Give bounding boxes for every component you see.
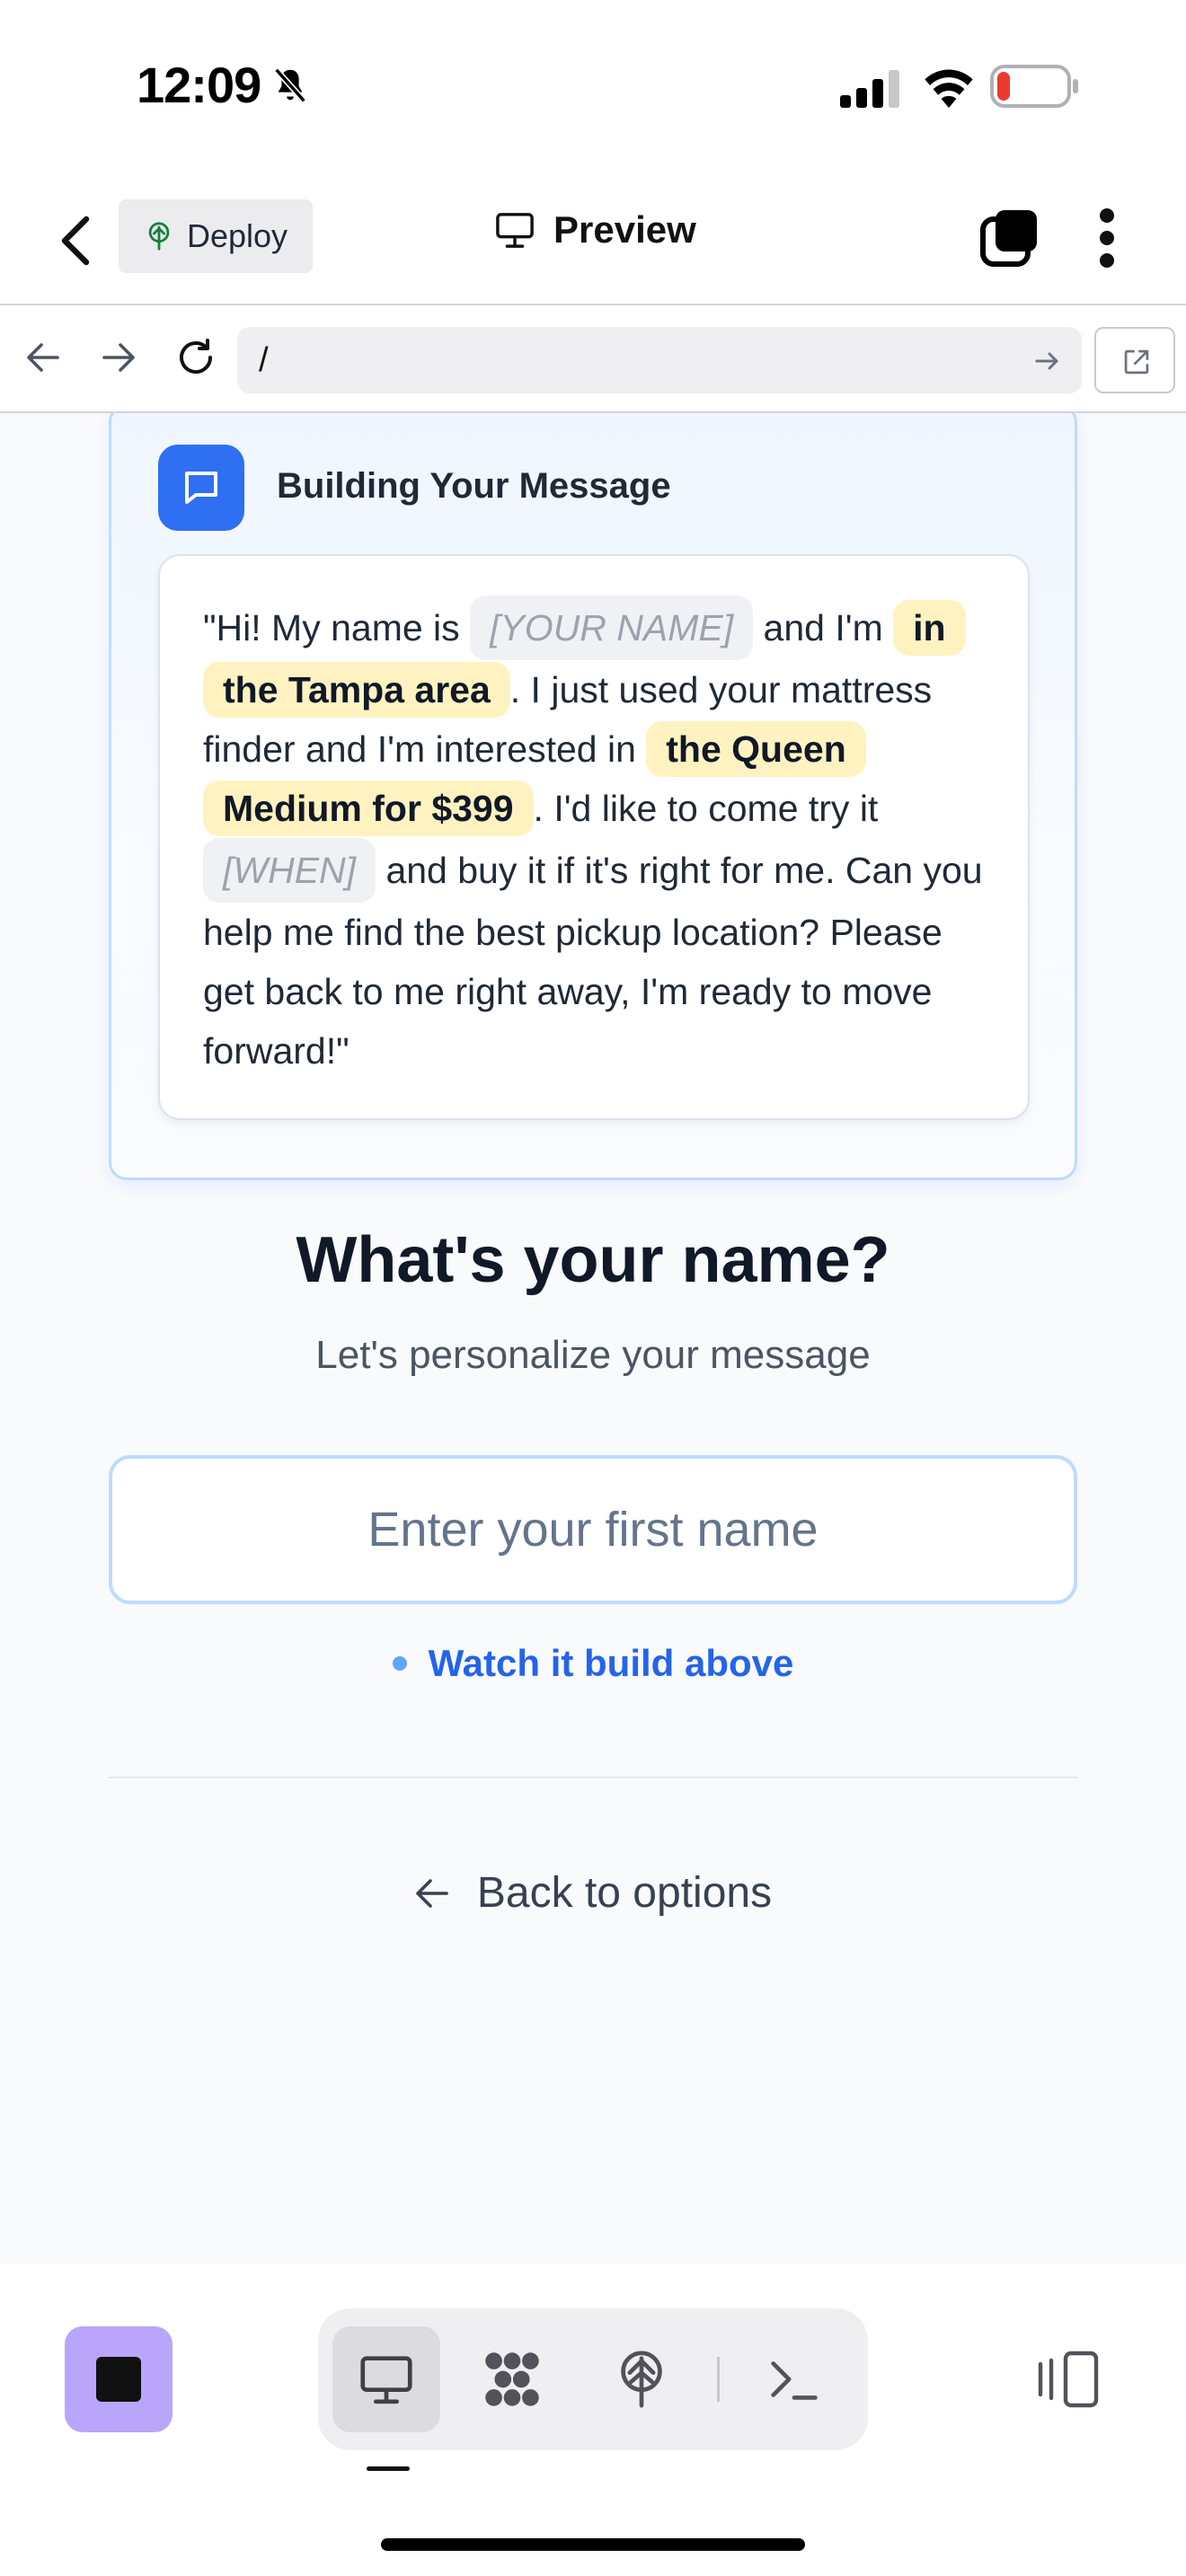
status-time: 12:09	[137, 57, 261, 113]
status-bar: 12:09	[0, 0, 1186, 171]
page-content: Building Your Message "Hi! My name is [Y…	[0, 413, 1186, 2263]
hint-dot	[392, 1656, 407, 1671]
deploy-view-button[interactable]	[588, 2326, 695, 2432]
open-external-button[interactable]	[1094, 327, 1175, 393]
preview-title: Preview	[494, 208, 696, 251]
view-switcher	[318, 2308, 868, 2450]
deploy-tree-icon	[621, 2351, 662, 2408]
message-text-part: . I'd like to come try it	[533, 788, 879, 829]
bell-slash-icon	[274, 67, 306, 103]
back-to-options-button[interactable]: Back to options	[0, 1868, 1186, 1918]
reload-icon[interactable]	[174, 336, 217, 379]
terminal-button[interactable]	[740, 2326, 848, 2432]
question-title: What's your name?	[296, 1224, 890, 1296]
name-placeholder-chip: [YOUR NAME]	[470, 595, 754, 660]
app-screen: 12:09 Deploy Preview / Building Your Mes…	[0, 0, 1186, 2576]
preview-view-button[interactable]	[332, 2326, 440, 2432]
battery-low-icon	[990, 65, 1078, 108]
build-hint: Watch it build above	[0, 1642, 1186, 1685]
back-to-options-label: Back to options	[476, 1869, 773, 1917]
monitor-icon	[360, 2356, 412, 2404]
preview-label: Preview	[553, 208, 696, 251]
more-vertical-icon[interactable]	[1098, 208, 1116, 268]
message-card: Building Your Message "Hi! My name is [Y…	[109, 413, 1077, 1180]
deploy-label: Deploy	[187, 217, 288, 254]
url-input[interactable]	[259, 327, 978, 393]
go-arrow-icon[interactable]	[1033, 347, 1062, 375]
hint-label: Watch it build above	[428, 1642, 794, 1684]
message-bubble-icon	[185, 472, 217, 504]
monitor-icon	[496, 213, 534, 248]
stop-icon	[96, 2357, 141, 2402]
split-view-icon[interactable]	[1030, 2350, 1102, 2409]
url-bar[interactable]	[237, 327, 1082, 393]
apps-grid-button[interactable]	[458, 2326, 566, 2432]
message-text: "Hi! My name is [YOUR NAME] and I'm in t…	[203, 595, 996, 1081]
toolbar-separator	[717, 2357, 720, 2402]
stop-button[interactable]	[65, 2326, 173, 2432]
bottom-toolbar	[0, 2263, 1186, 2576]
card-icon	[158, 445, 244, 531]
first-name-input[interactable]	[109, 1455, 1077, 1604]
message-preview: "Hi! My name is [YOUR NAME] and I'm in t…	[158, 554, 1030, 1120]
arrow-right-icon[interactable]	[101, 340, 137, 375]
deploy-tree-icon	[148, 222, 170, 251]
cellular-signal-icon	[840, 70, 899, 108]
wifi-icon	[925, 69, 973, 108]
home-indicator	[381, 2538, 805, 2551]
external-link-icon	[1124, 349, 1149, 375]
apps-blob-icon	[485, 2352, 539, 2406]
message-text-part: "Hi! My name is	[203, 607, 471, 648]
when-placeholder-chip: [WHEN]	[203, 838, 376, 903]
divider	[109, 1777, 1077, 1778]
active-tab-indicator	[367, 2466, 410, 2471]
card-title: Building Your Message	[277, 466, 671, 506]
arrow-left-icon	[416, 1878, 448, 1908]
message-text-part: and I'm	[753, 607, 894, 648]
question-subtitle: Let's personalize your message	[315, 1333, 871, 1377]
tabs-icon[interactable]	[979, 208, 1039, 268]
app-header: Deploy Preview	[0, 171, 1186, 305]
back-chevron-icon[interactable]	[58, 216, 93, 266]
terminal-icon	[771, 2361, 818, 2400]
deploy-button[interactable]: Deploy	[119, 199, 313, 273]
arrow-left-icon[interactable]	[25, 340, 61, 375]
browser-bar	[0, 305, 1186, 413]
